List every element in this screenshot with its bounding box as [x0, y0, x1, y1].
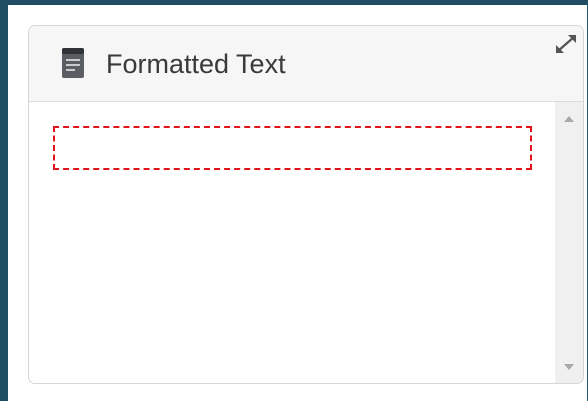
- document-icon: [62, 48, 84, 78]
- scroll-down-arrow-icon[interactable]: [564, 364, 574, 370]
- widget-title: Formatted Text: [106, 49, 286, 79]
- formatted-text-widget: Formatted Text: [28, 25, 584, 384]
- widget-header: Formatted Text: [29, 26, 583, 102]
- widget-content[interactable]: [29, 102, 555, 383]
- expand-diagonal-icon[interactable]: [554, 33, 578, 55]
- text-placeholder-box[interactable]: [53, 126, 532, 170]
- vertical-scrollbar[interactable]: [555, 102, 583, 383]
- scroll-up-arrow-icon[interactable]: [564, 116, 574, 122]
